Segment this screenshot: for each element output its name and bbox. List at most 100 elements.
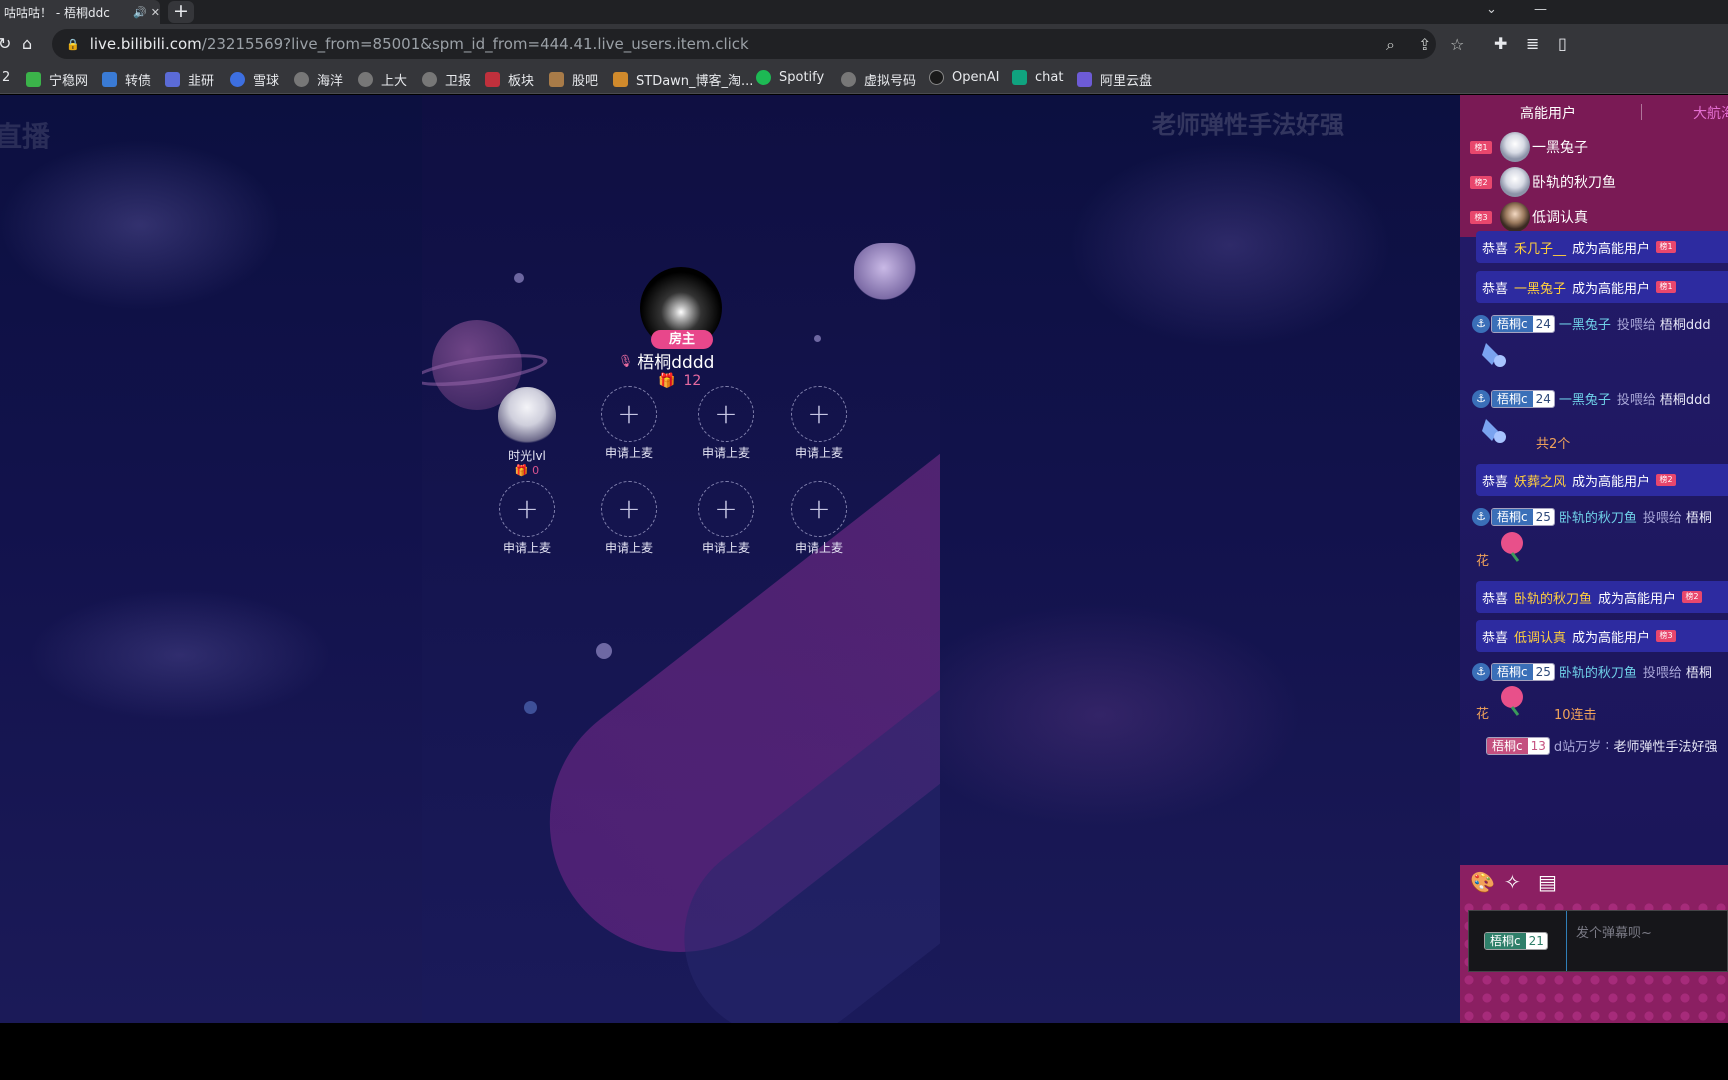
combo-count: 10连击 (1554, 708, 1597, 723)
tab-high-energy-users[interactable]: 高能用户 (1520, 103, 1576, 123)
add-seat-button[interactable]: + (601, 481, 657, 537)
bookmark-item[interactable]: 板块 (485, 70, 534, 89)
danmaku-settings-icon[interactable]: ▤ (1538, 870, 1557, 894)
anchor-icon: ⚓ (1472, 662, 1490, 681)
reload-icon[interactable]: ↻ (0, 34, 11, 53)
bookmark-item[interactable]: 卫报 (422, 70, 471, 89)
mic-seat-empty[interactable]: + 申请上麦 (769, 386, 869, 461)
address-bar[interactable]: 🔒 live.bilibili.com /23215569?live_from=… (52, 29, 1464, 59)
palette-icon[interactable]: 🎨 (1470, 870, 1495, 894)
bookmark-label: 虚拟号码 (864, 74, 917, 89)
add-seat-button[interactable]: + (791, 386, 847, 442)
mic-seat-empty[interactable]: + 申请上麦 (579, 481, 679, 556)
globe-icon (358, 72, 373, 87)
bookmark-item[interactable]: Spotify (756, 70, 824, 85)
medal-name: 梧桐c (1492, 663, 1533, 680)
bookmark-item[interactable]: chat (1012, 70, 1063, 85)
extensions-icon[interactable]: ✚ (1494, 34, 1507, 53)
bookmark-item[interactable]: 2 (2, 70, 10, 85)
bookmark-item[interactable]: OpenAI (929, 70, 999, 85)
bookmark-item[interactable]: 虚拟号码 (841, 70, 916, 89)
danmaku-user[interactable]: d站万岁 (1554, 736, 1601, 755)
bookmark-favicon-icon (613, 72, 628, 87)
mic-seat-empty[interactable]: + 申请上麦 (769, 481, 869, 556)
bookmark-item[interactable]: 海洋 (294, 70, 343, 89)
add-seat-button[interactable]: + (601, 386, 657, 442)
rank-badge: 榜1 (1656, 241, 1677, 253)
sender-name[interactable]: 一黑兔子 (1559, 389, 1611, 408)
bookmark-item[interactable]: 宁稳网 (26, 70, 88, 89)
tab-search-chevron-icon[interactable]: ⌄ (1486, 0, 1497, 24)
mic-seat-empty[interactable]: + 申请上麦 (477, 481, 577, 556)
anchor-icon: ⚓ (1472, 314, 1490, 333)
congrats-user[interactable]: 禾几子__ (1514, 238, 1566, 257)
effects-icon[interactable]: ✧ (1504, 870, 1521, 894)
bookmark-item[interactable]: STDawn_博客_淘... (613, 70, 753, 89)
side-panel-icon[interactable]: ▯ (1558, 34, 1567, 53)
bookmark-label: 雪球 (253, 74, 280, 89)
bookmark-item[interactable]: 转债 (102, 70, 151, 89)
congrats-message: 恭喜 卧轨的秋刀鱼 成为高能用户 榜2 (1476, 581, 1728, 613)
reading-list-icon[interactable]: ≣ (1526, 34, 1539, 53)
seat-user-name: 时光lvl (508, 449, 546, 463)
tab-close-icon[interactable]: ✕ (151, 6, 160, 19)
sender-name[interactable]: 卧轨的秋刀鱼 (1559, 662, 1637, 681)
new-tab-button[interactable]: + (168, 1, 194, 23)
add-seat-button[interactable]: + (698, 386, 754, 442)
zoom-icon[interactable]: ⌕ (1386, 35, 1395, 55)
mic-seat-occupied[interactable]: 时光lvl 🎁 0 (477, 387, 577, 477)
bottle-gift-icon (1482, 343, 1506, 367)
congrats-user[interactable]: 低调认真 (1514, 627, 1566, 646)
add-seat-button[interactable]: + (791, 481, 847, 537)
gift-message: ⚓ 梧桐c 25 卧轨的秋刀鱼 投喂给 梧桐 (1472, 662, 1712, 681)
congrats-prefix: 恭喜 (1482, 591, 1509, 607)
add-seat-button[interactable]: + (499, 481, 555, 537)
congrats-suffix: 成为高能用户 (1572, 281, 1651, 297)
rose-gift-icon (1501, 532, 1523, 562)
share-icon[interactable]: ⇪ (1418, 35, 1431, 54)
gift-name: 花 (1476, 554, 1490, 569)
apply-mic-label: 申请上麦 (794, 541, 843, 555)
home-icon[interactable]: ⌂ (22, 34, 32, 53)
bookmark-label: 宁稳网 (49, 74, 89, 89)
plus-icon: + (617, 492, 641, 525)
congrats-suffix: 成为高能用户 (1598, 591, 1677, 607)
bookmark-item[interactable]: 上大 (358, 70, 407, 89)
plus-icon: + (617, 397, 641, 430)
rose-gift-icon (1501, 686, 1523, 716)
host-name: 🎙 梧桐dddd (618, 348, 768, 373)
active-tab[interactable]: 咕咕咕！ - 梧桐ddc 🔊 ✕ (0, 0, 160, 24)
microphone-icon: 🎙 (618, 353, 634, 368)
tab-captain[interactable]: 大航海 (1693, 103, 1728, 123)
sender-name[interactable]: 一黑兔子 (1559, 314, 1611, 333)
congrats-user[interactable]: 卧轨的秋刀鱼 (1514, 588, 1592, 607)
host-badge: 房主 (651, 330, 713, 349)
sender-name[interactable]: 卧轨的秋刀鱼 (1559, 507, 1637, 526)
bookmark-item[interactable]: 韭研 (165, 70, 214, 89)
congrats-user[interactable]: 妖葬之风 (1514, 471, 1566, 490)
rank-user-name: 卧轨的秋刀鱼 (1532, 175, 1616, 191)
plus-icon: + (714, 492, 738, 525)
danmaku-input[interactable]: 梧桐c 21 发个弹幕呗~ (1468, 910, 1728, 972)
fan-medal[interactable]: 梧桐c 21 (1484, 932, 1548, 950)
rank-row[interactable]: 榜1 一黑兔子 (1470, 131, 1588, 163)
congrats-user[interactable]: 一黑兔子 (1514, 278, 1566, 297)
minimize-window-icon[interactable]: — (1534, 0, 1547, 24)
audio-playing-icon[interactable]: 🔊 (133, 6, 147, 19)
medal-level: 25 (1532, 663, 1554, 680)
mic-seat-empty[interactable]: + 申请上麦 (579, 386, 679, 461)
mic-seat-empty[interactable]: + 申请上麦 (676, 386, 776, 461)
bookmark-item[interactable]: 雪球 (230, 70, 279, 89)
rank-row[interactable]: 榜2 卧轨的秋刀鱼 (1470, 166, 1616, 198)
add-seat-button[interactable]: + (698, 481, 754, 537)
rank-row[interactable]: 榜3 低调认真 (1470, 201, 1588, 233)
host-name-text: 梧桐dddd (637, 353, 715, 373)
bookmark-item[interactable]: 股吧 (549, 70, 598, 89)
medal-level: 21 (1525, 933, 1547, 949)
bookmark-label: 卫报 (445, 74, 472, 89)
apply-mic-label: 申请上麦 (604, 446, 653, 460)
danmaku-text: 老师弹性手法好强 (1613, 740, 1718, 755)
bookmark-item[interactable]: 阿里云盘 (1077, 70, 1152, 89)
mic-seat-empty[interactable]: + 申请上麦 (676, 481, 776, 556)
bookmark-star-icon[interactable]: ☆ (1450, 35, 1464, 54)
